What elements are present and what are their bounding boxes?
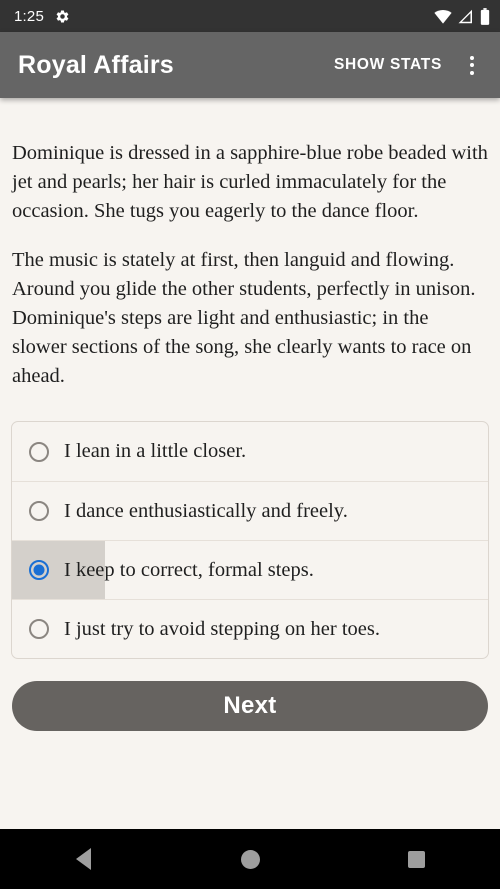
- battery-icon: [480, 7, 490, 25]
- option-row[interactable]: I just try to avoid stepping on her toes…: [12, 599, 488, 658]
- option-label: I dance enthusiastically and freely.: [64, 499, 348, 522]
- radio-button[interactable]: [29, 441, 49, 462]
- radio-button[interactable]: [29, 501, 49, 521]
- main-content: Dominique is dressed in a sapphire-blue …: [0, 98, 500, 829]
- story-paragraph: Dominique is dressed in a sapphire-blue …: [12, 142, 488, 222]
- more-vert-icon[interactable]: [452, 41, 492, 89]
- back-triangle-icon: [75, 848, 91, 870]
- option-label: I keep to correct, formal steps.: [64, 558, 314, 581]
- option-label: I lean in a little closer.: [64, 440, 247, 463]
- status-bar-left: 1:25: [14, 8, 434, 25]
- overflow-dot: [470, 63, 474, 67]
- status-bar: 1:25: [0, 0, 500, 32]
- app-bar: Royal Affairs SHOW STATS: [0, 32, 500, 98]
- nav-recents-button[interactable]: [333, 829, 500, 889]
- status-time: 1:25: [14, 7, 44, 25]
- story-text: Dominique is dressed in a sapphire-blue …: [11, 139, 489, 391]
- options-list: I lean in a little closer. I dance enthu…: [11, 421, 489, 659]
- next-button[interactable]: Next: [12, 681, 488, 731]
- overflow-dot: [470, 55, 474, 60]
- radio-button-selected[interactable]: [29, 560, 49, 580]
- android-nav-bar: [0, 829, 500, 889]
- story-paragraph: The music is stately at first, then lang…: [12, 249, 476, 387]
- wifi-icon: [434, 9, 452, 24]
- overflow-dot: [470, 70, 474, 75]
- option-row[interactable]: I dance enthusiastically and freely.: [12, 481, 488, 540]
- home-circle-icon: [240, 849, 260, 869]
- nav-back-button[interactable]: [0, 829, 167, 889]
- show-stats-button[interactable]: SHOW STATS: [324, 48, 452, 82]
- app-title: Royal Affairs: [18, 50, 174, 79]
- gear-icon: [55, 9, 70, 24]
- option-row-selected[interactable]: I keep to correct, formal steps.: [12, 540, 488, 599]
- option-label: I just try to avoid stepping on her toes…: [64, 617, 380, 640]
- nav-home-button[interactable]: [167, 829, 334, 889]
- status-bar-right: [434, 7, 490, 25]
- recents-square-icon: [408, 850, 426, 868]
- cellular-signal-icon: [458, 9, 474, 24]
- radio-button[interactable]: [29, 619, 49, 639]
- option-row[interactable]: I lean in a little closer.: [12, 422, 488, 481]
